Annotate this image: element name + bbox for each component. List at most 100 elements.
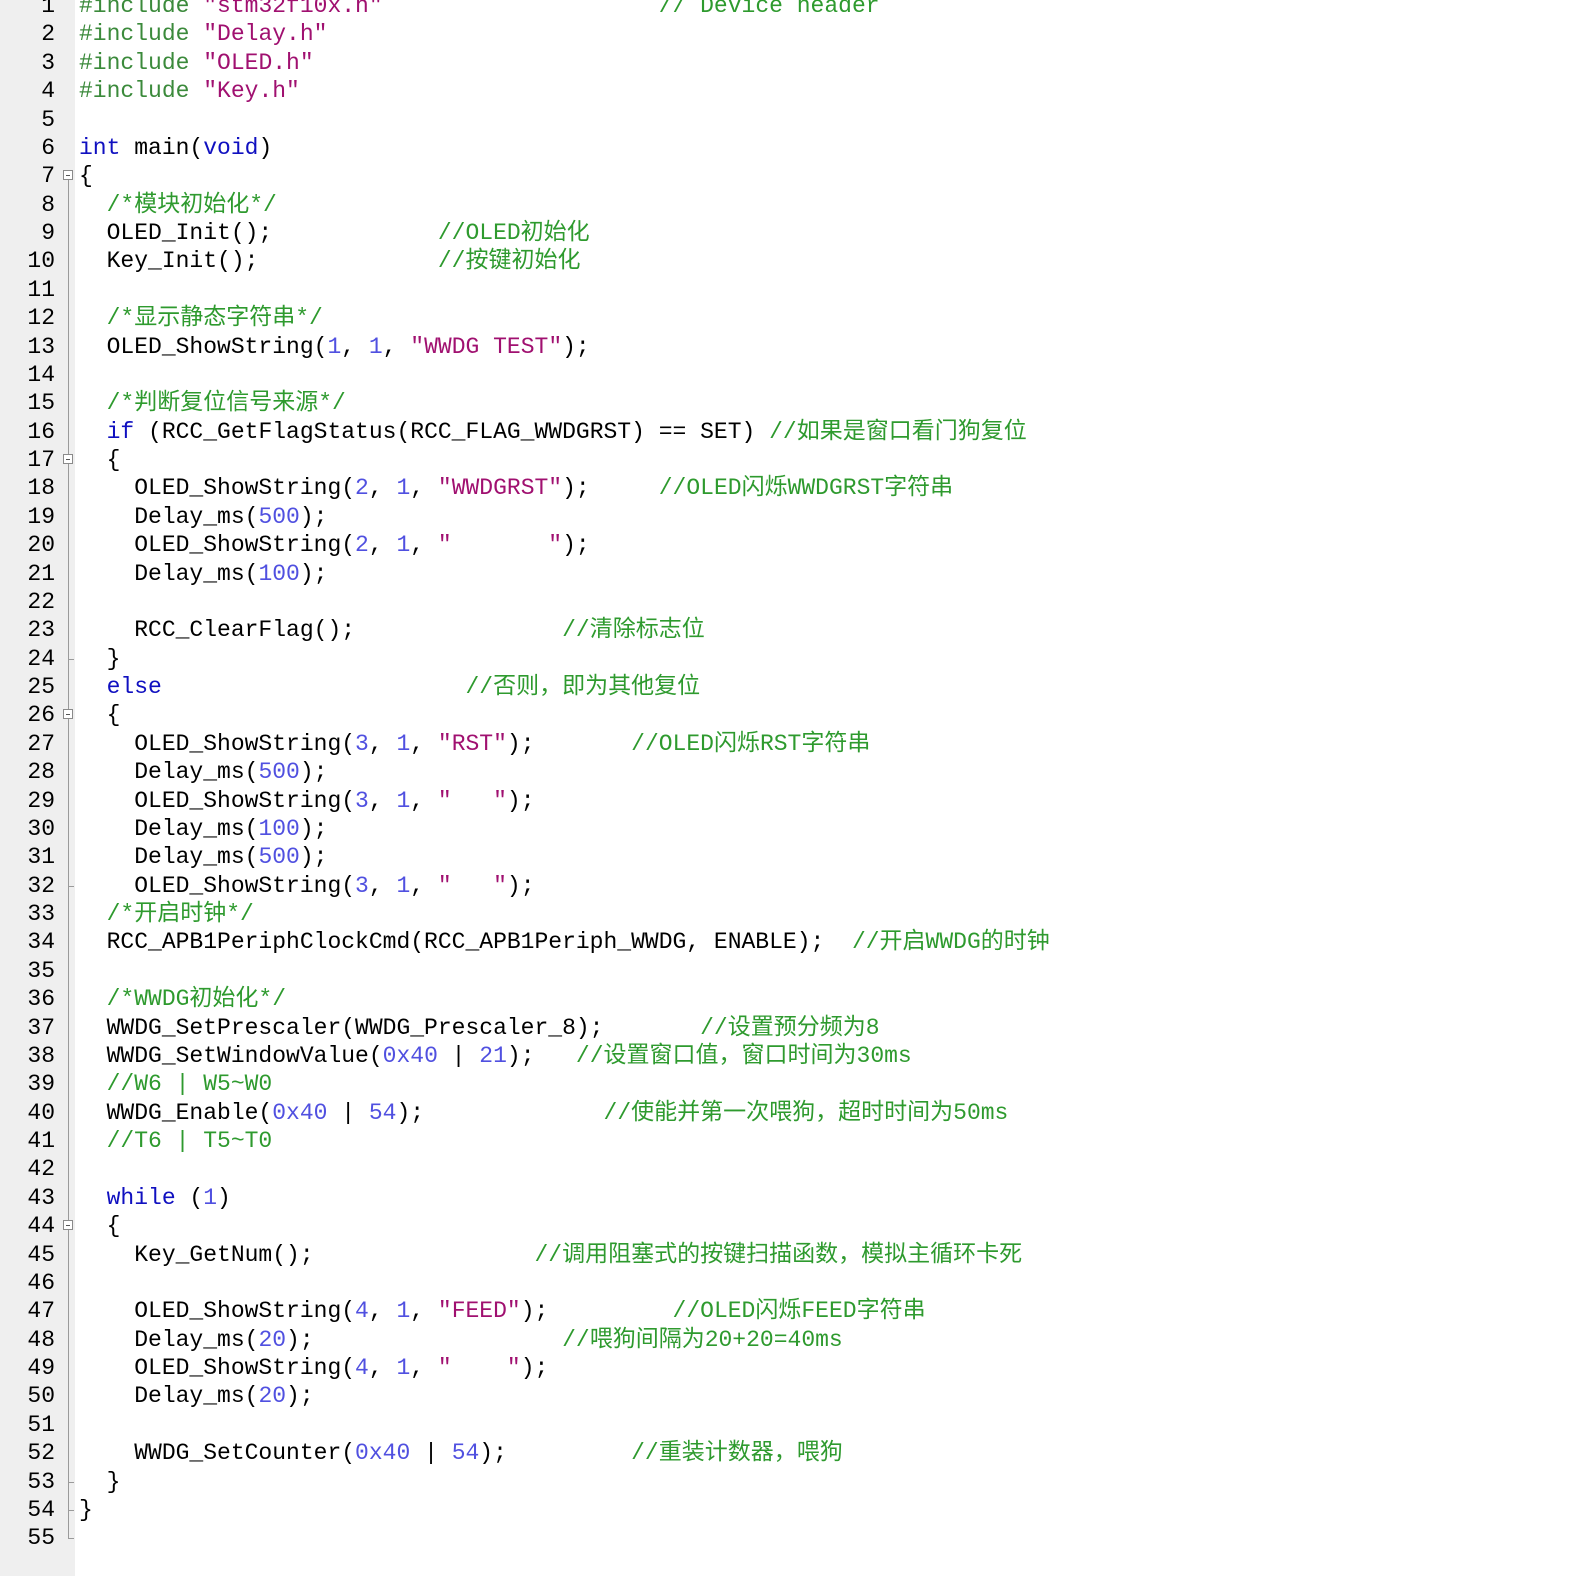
code-line[interactable]: 1 #include "stm32f10x.h" // Device header [0,0,1586,20]
code-line[interactable]: 25 else //否则，即为其他复位 [0,673,1586,702]
code-line[interactable]: 50 Delay_ms(20); [0,1382,1586,1411]
code-line[interactable]: 36 /*WWDG初始化*/ [0,985,1586,1014]
code-line[interactable]: 35 [0,956,1586,986]
code-line[interactable]: 42 [0,1155,1586,1184]
token-plain: ); [286,1383,314,1410]
code-line[interactable]: 27 OLED_ShowString(3, 1, "RST"); //OLED闪… [0,729,1586,759]
code-line[interactable]: 9 OLED_Init(); //OLED初始化 [0,219,1586,248]
code-line[interactable]: 23 RCC_ClearFlag(); //清除标志位 [0,616,1586,645]
code-line[interactable]: 40 WWDG_Enable(0x40 | 54); //使能并第一次喂狗，超时… [0,1098,1586,1127]
fold-guide [62,644,75,673]
token-plain: { [79,447,121,473]
code-line[interactable]: 41 //T6 | T5~T0 [0,1127,1586,1156]
code-line[interactable]: 26 { [0,701,1586,730]
token-kw: void [203,134,259,161]
code-text: OLED_ShowString(4, 1, " "); [79,1354,548,1382]
code-line[interactable]: 28 Delay_ms(500); [0,758,1586,787]
code-line[interactable]: 48 Delay_ms(20); //喂狗间隔为20+20=40ms [0,1325,1586,1354]
code-line[interactable]: 47 OLED_ShowString(4, 1, "FEED"); //OLED… [0,1297,1586,1326]
code-line[interactable]: 18 OLED_ShowString(2, 1, "WWDGRST"); //O… [0,474,1586,503]
token-cm: //开启WWDG的时钟 [851,929,1050,956]
code-line[interactable]: 21 Delay_ms(100); [0,559,1586,588]
code-line[interactable]: 31 Delay_ms(500); [0,843,1586,872]
code-line[interactable]: 37 WWDG_SetPrescaler(WWDG_Prescaler_8); … [0,1013,1586,1042]
token-cm: //清除标志位 [562,617,705,644]
token-plain: OLED_Init(); [79,220,438,246]
line-number: 4 [41,78,55,105]
code-line[interactable]: 44 { [0,1212,1586,1241]
token-pp: #include [79,0,204,19]
code-line[interactable]: 11 [0,275,1586,305]
fold-toggle-icon[interactable] [62,162,75,191]
code-text: WWDG_SetCounter(0x40 | 54); //重装计数器，喂狗 [79,1439,843,1467]
token-num: 0x40 [272,1099,328,1126]
token-plain: } [79,645,121,672]
code-line[interactable]: 22 [0,587,1586,617]
token-plain: , [410,475,438,502]
code-line[interactable]: 12 /*显示静态字符串*/ [0,304,1586,333]
code-line[interactable]: 17 { [0,446,1586,475]
code-line[interactable]: 55 [0,1524,1586,1552]
fold-guide [62,900,75,929]
code-line[interactable]: 33 /*开启时钟*/ [0,900,1586,929]
token-num: 1 [396,1298,411,1325]
code-line[interactable]: 10 Key_Init(); //按键初始化 [0,247,1586,276]
fold-guide [62,559,75,588]
code-editor[interactable]: 1 #include "stm32f10x.h" // Device header… [0,0,1586,1576]
code-line[interactable]: 19 Delay_ms(500); [0,502,1586,532]
token-cm: //OLED闪烁WWDGRST字符串 [658,475,954,502]
code-line[interactable]: 2 #include "Delay.h" [0,20,1586,48]
fold-guide [62,1495,75,1525]
code-line[interactable]: 29 OLED_ShowString(3, 1, " "); [0,786,1586,815]
code-area[interactable]: 1 #include "stm32f10x.h" // Device header… [0,0,1586,1553]
code-line[interactable]: 51 [0,1410,1586,1440]
token-plain: ); [299,815,328,842]
code-line[interactable]: 52 WWDG_SetCounter(0x40 | 54); //重装计数器，喂… [0,1439,1586,1468]
token-plain: Delay_ms( [79,503,259,530]
token-plain: ) [217,1184,231,1211]
code-text: WWDG_SetWindowValue(0x40 | 21); //设置窗口值，… [79,1042,912,1070]
code-line[interactable]: 6 int main(void) [0,134,1586,162]
fold-toggle-icon[interactable] [62,701,75,730]
code-line[interactable]: 24 } [0,644,1586,673]
token-num: 2 [355,532,369,559]
code-line[interactable]: 4 #include "Key.h" [0,77,1586,105]
fold-guide [62,304,75,333]
code-line[interactable]: 14 [0,360,1586,390]
code-line[interactable]: 45 Key_GetNum(); //调用阻塞式的按键扫描函数，模拟主循环卡死 [0,1240,1586,1269]
code-line[interactable]: 32 OLED_ShowString(3, 1, " "); [0,871,1586,900]
code-line[interactable]: 15 /*判断复位信号来源*/ [0,389,1586,418]
code-line[interactable]: 20 OLED_ShowString(2, 1, " "); [0,531,1586,560]
code-line[interactable]: 13 OLED_ShowString(1, 1, "WWDG TEST"); [0,332,1586,361]
code-line[interactable]: 46 [0,1268,1586,1298]
code-text: /*显示静态字符串*/ [79,304,323,332]
code-line[interactable]: 8 /*模块初始化*/ [0,190,1586,219]
line-number: 50 [27,1383,55,1410]
code-line[interactable]: 7{ [0,162,1586,191]
token-plain: , [410,532,438,559]
fold-guide [62,1070,75,1099]
code-line[interactable]: 39 //W6 | W5~W0 [0,1070,1586,1099]
code-text: Key_Init(); //按键初始化 [79,247,581,275]
code-line[interactable]: 49 OLED_ShowString(4, 1, " "); [0,1354,1586,1383]
fold-toggle-icon[interactable] [62,1212,75,1241]
fold-toggle-icon[interactable] [62,446,75,475]
code-line[interactable]: 30 Delay_ms(100); [0,814,1586,844]
code-line[interactable]: 16 if (RCC_GetFlagStatus(RCC_FLAG_WWDGRS… [0,417,1586,446]
code-line[interactable]: 5 [0,106,1586,134]
code-text: Delay_ms(500); [79,843,327,871]
code-line[interactable]: 38 WWDG_SetWindowValue(0x40 | 21); //设置窗… [0,1041,1586,1071]
code-line[interactable]: 54} [0,1495,1586,1525]
code-line[interactable]: 34 RCC_APB1PeriphClockCmd(RCC_APB1Periph… [0,928,1586,957]
code-line[interactable]: 53 } [0,1467,1586,1496]
token-str: "WWDG TEST" [410,333,563,360]
token-plain: WWDG_SetWindowValue( [79,1042,383,1069]
code-line[interactable]: 43 while (1) [0,1183,1586,1213]
code-line[interactable]: 3 #include "OLED.h" [0,49,1586,77]
fold-guide [62,1354,75,1383]
code-text: OLED_ShowString(3, 1, " "); [79,872,534,900]
